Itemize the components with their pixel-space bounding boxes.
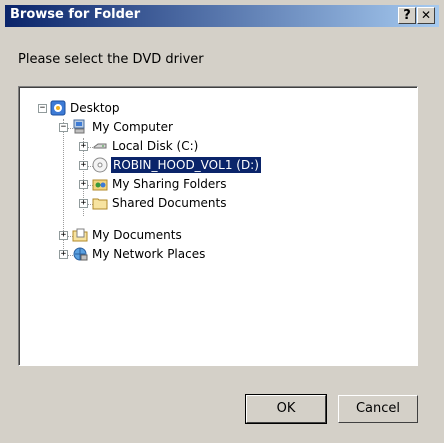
expand-toggle[interactable]: + xyxy=(79,161,88,170)
folder-icon xyxy=(92,195,108,211)
expand-toggle[interactable]: + xyxy=(79,142,88,151)
network-icon xyxy=(72,246,88,262)
tree-label-dvd-drive: ROBIN_HOOD_VOL1 (D:) xyxy=(110,156,262,174)
tree-label-my-computer: My Computer xyxy=(92,120,173,134)
documents-folder-icon xyxy=(72,227,88,243)
hard-disk-icon xyxy=(92,138,108,154)
expand-toggle[interactable]: + xyxy=(79,180,88,189)
tree-label-sharing-folders: My Sharing Folders xyxy=(112,177,227,191)
dialog-title: Browse for Folder xyxy=(10,7,141,22)
title-bar[interactable]: Browse for Folder ? ✕ xyxy=(5,5,439,27)
tree-item-local-disk[interactable]: + Local Disk (C:) xyxy=(20,138,240,156)
browse-for-folder-dialog: Browse for Folder ? ✕ Please select the … xyxy=(0,0,444,443)
tree-item-network-places[interactable]: + My Network Places xyxy=(20,246,240,264)
tree-item-dvd-drive[interactable]: + ROBIN_HOOD_VOL1 (D:) xyxy=(20,156,320,175)
prompt-text: Please select the DVD driver xyxy=(18,52,204,67)
tree-label-local-disk: Local Disk (C:) xyxy=(112,139,199,153)
expand-toggle[interactable]: + xyxy=(59,250,68,259)
expand-toggle[interactable]: + xyxy=(59,231,68,240)
dvd-drive-icon xyxy=(92,157,108,173)
expand-toggle[interactable]: + xyxy=(79,199,88,208)
tree-item-my-computer[interactable]: − My Computer xyxy=(20,119,220,137)
collapse-toggle[interactable]: − xyxy=(38,104,47,113)
ok-button[interactable]: OK xyxy=(245,394,327,424)
sharing-folder-icon xyxy=(92,176,108,192)
desktop-icon xyxy=(50,100,66,116)
folder-tree[interactable]: − Desktop − My Computer + Local Disk (C:… xyxy=(18,86,418,366)
close-button[interactable]: ✕ xyxy=(417,7,435,24)
cancel-button[interactable]: Cancel xyxy=(338,395,418,423)
tree-item-desktop[interactable]: − Desktop xyxy=(20,100,220,118)
tree-label-desktop: Desktop xyxy=(70,101,120,115)
tree-item-shared-documents[interactable]: + Shared Documents xyxy=(20,195,270,213)
collapse-toggle[interactable]: − xyxy=(59,123,68,132)
tree-label-my-documents: My Documents xyxy=(92,228,182,242)
help-button[interactable]: ? xyxy=(398,7,416,24)
computer-icon xyxy=(72,119,88,135)
tree-item-my-documents[interactable]: + My Documents xyxy=(20,227,220,245)
tree-label-network-places: My Network Places xyxy=(92,247,206,261)
tree-item-sharing-folders[interactable]: + My Sharing Folders xyxy=(20,176,270,194)
tree-label-shared-documents: Shared Documents xyxy=(112,196,227,210)
